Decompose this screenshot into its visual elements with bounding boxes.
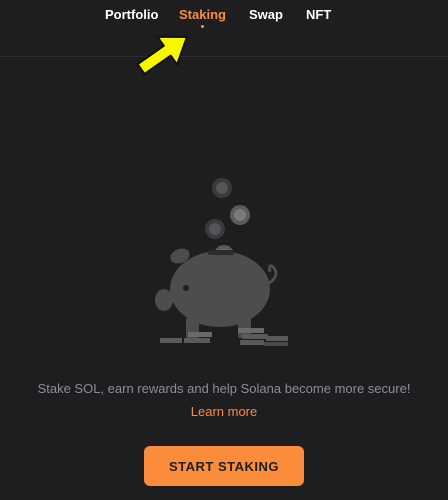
coin-stack: [238, 328, 288, 346]
coin-icon: [212, 178, 232, 198]
coin-icon: [230, 205, 250, 225]
tab-staking[interactable]: Staking: [179, 7, 226, 22]
learn-more-link[interactable]: Learn more: [0, 404, 448, 419]
arrow-icon: [136, 35, 188, 75]
tab-portfolio[interactable]: Portfolio: [105, 7, 158, 22]
staking-tagline: Stake SOL, earn rewards and help Solana …: [37, 381, 411, 396]
coin-icon: [205, 219, 225, 239]
tab-nft[interactable]: NFT: [306, 7, 331, 22]
tab-swap[interactable]: Swap: [249, 7, 283, 22]
piggy-bank-icon: [155, 178, 288, 346]
top-navigation: Portfolio Staking Swap NFT: [0, 0, 448, 57]
start-staking-button[interactable]: START STAKING: [144, 446, 304, 486]
